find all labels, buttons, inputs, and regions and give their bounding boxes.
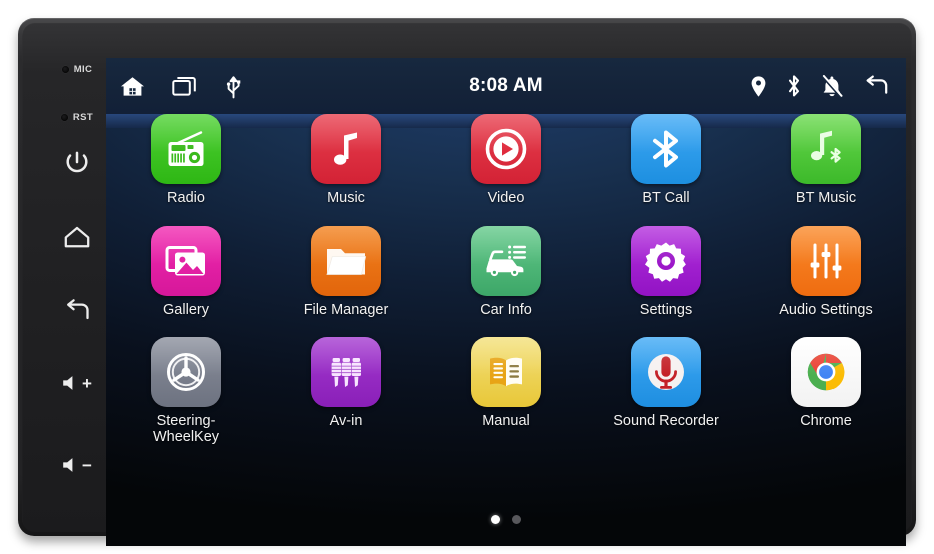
screenshot-root: MIC RST + − 8:08 AM Radio Music Video BT…	[0, 0, 934, 554]
status-bar-left-icons	[106, 74, 242, 99]
app-label: Sound Recorder	[613, 413, 719, 430]
app-audio-settings[interactable]: Audio Settings	[746, 225, 906, 319]
usb-icon[interactable]	[225, 74, 242, 99]
app-label: Settings	[639, 301, 693, 318]
car-head-unit-device: MIC RST + − 8:08 AM Radio Music Video BT…	[18, 18, 916, 546]
mic-label: MIC	[73, 63, 93, 75]
app-video[interactable]: Video	[426, 114, 586, 207]
page-dot[interactable]	[512, 515, 521, 524]
equalizer-icon	[791, 225, 861, 296]
open-book-icon	[471, 337, 541, 408]
volume-up-label: +	[82, 373, 92, 393]
speaker-icon	[62, 456, 81, 474]
volume-down-label: −	[82, 455, 92, 475]
app-label: Steering- WheelKey	[152, 413, 220, 446]
app-label: Video	[487, 190, 525, 206]
app-label: Car Info	[480, 301, 532, 318]
rca-plugs-icon	[311, 337, 381, 408]
app-label: File Manager	[303, 301, 389, 318]
video-play-icon	[471, 114, 541, 184]
music-note-icon	[311, 114, 381, 184]
photo-icon	[151, 225, 221, 296]
notifications-muted-icon[interactable]	[821, 74, 843, 98]
home-button[interactable]	[54, 214, 100, 260]
app-av-in[interactable]: Av-in	[266, 337, 426, 446]
app-manual[interactable]: Manual	[426, 337, 586, 446]
status-bar-right-icons	[750, 74, 890, 98]
bluetooth-icon[interactable]	[786, 74, 802, 98]
page-indicator	[106, 515, 906, 524]
home-icon	[63, 224, 91, 250]
gear-icon	[631, 225, 701, 296]
app-label: Chrome	[800, 413, 852, 430]
app-file-manager[interactable]: File Manager	[266, 225, 426, 319]
home-icon[interactable]	[120, 75, 145, 98]
back-button[interactable]	[54, 288, 100, 334]
status-bar: 8:08 AM	[106, 58, 906, 114]
app-label: BT Call	[642, 190, 690, 206]
app-chrome[interactable]: Chrome	[746, 337, 906, 446]
radio-icon	[151, 114, 221, 184]
app-steering-wheel-key[interactable]: Steering- WheelKey	[106, 337, 266, 446]
app-label: Audio Settings	[779, 301, 873, 318]
reset-label: RST	[72, 111, 94, 123]
volume-down-button[interactable]: −	[54, 442, 100, 488]
bluetooth-music-icon	[791, 114, 861, 184]
reset-indicator[interactable]: RST	[60, 108, 94, 126]
back-arrow-icon[interactable]	[862, 74, 890, 98]
mic-indicator: MIC	[61, 60, 93, 78]
app-label: Av-in	[329, 413, 363, 430]
app-sound-recorder[interactable]: Sound Recorder	[586, 337, 746, 446]
back-arrow-icon	[63, 298, 91, 324]
power-button[interactable]	[54, 140, 100, 186]
app-label: BT Music	[795, 190, 857, 206]
hardware-button-column: MIC RST + −	[48, 48, 106, 542]
app-label: Radio	[167, 190, 205, 206]
bluetooth-icon	[631, 114, 701, 184]
app-radio[interactable]: Radio	[106, 114, 266, 207]
app-label: Gallery	[163, 301, 209, 318]
location-pin-icon[interactable]	[750, 75, 767, 98]
app-car-info[interactable]: Car Info	[426, 225, 586, 319]
speaker-icon	[62, 374, 81, 392]
volume-up-button[interactable]: +	[54, 360, 100, 406]
chrome-icon	[791, 337, 861, 408]
steering-wheel-icon	[151, 337, 221, 408]
app-label: Music	[327, 190, 365, 206]
recents-icon[interactable]	[172, 75, 198, 97]
car-info-icon	[471, 225, 541, 296]
touchscreen-display[interactable]: 8:08 AM Radio Music Video BT Call BT Mus…	[106, 58, 906, 546]
reset-pinhole[interactable]	[60, 113, 68, 121]
app-row: Steering- WheelKey Av-in Manual Sound Re…	[106, 337, 906, 446]
app-row: Radio Music Video BT Call BT Music	[106, 114, 906, 207]
app-settings[interactable]: Settings	[586, 225, 746, 319]
app-gallery[interactable]: Gallery	[106, 225, 266, 319]
app-music[interactable]: Music	[266, 114, 426, 207]
folder-icon	[311, 225, 381, 296]
app-row: Gallery File Manager Car Info Settings A…	[106, 225, 906, 319]
app-grid: Radio Music Video BT Call BT Music Galle…	[106, 114, 906, 518]
page-dot-active[interactable]	[491, 515, 500, 524]
app-bt-music[interactable]: BT Music	[746, 114, 906, 207]
app-bt-call[interactable]: BT Call	[586, 114, 746, 207]
app-label-line1: Steering- WheelKey	[152, 413, 220, 446]
mic-led-dot	[61, 65, 69, 73]
app-label: Manual	[482, 413, 530, 430]
power-icon	[64, 150, 90, 176]
microphone-icon	[631, 337, 701, 408]
